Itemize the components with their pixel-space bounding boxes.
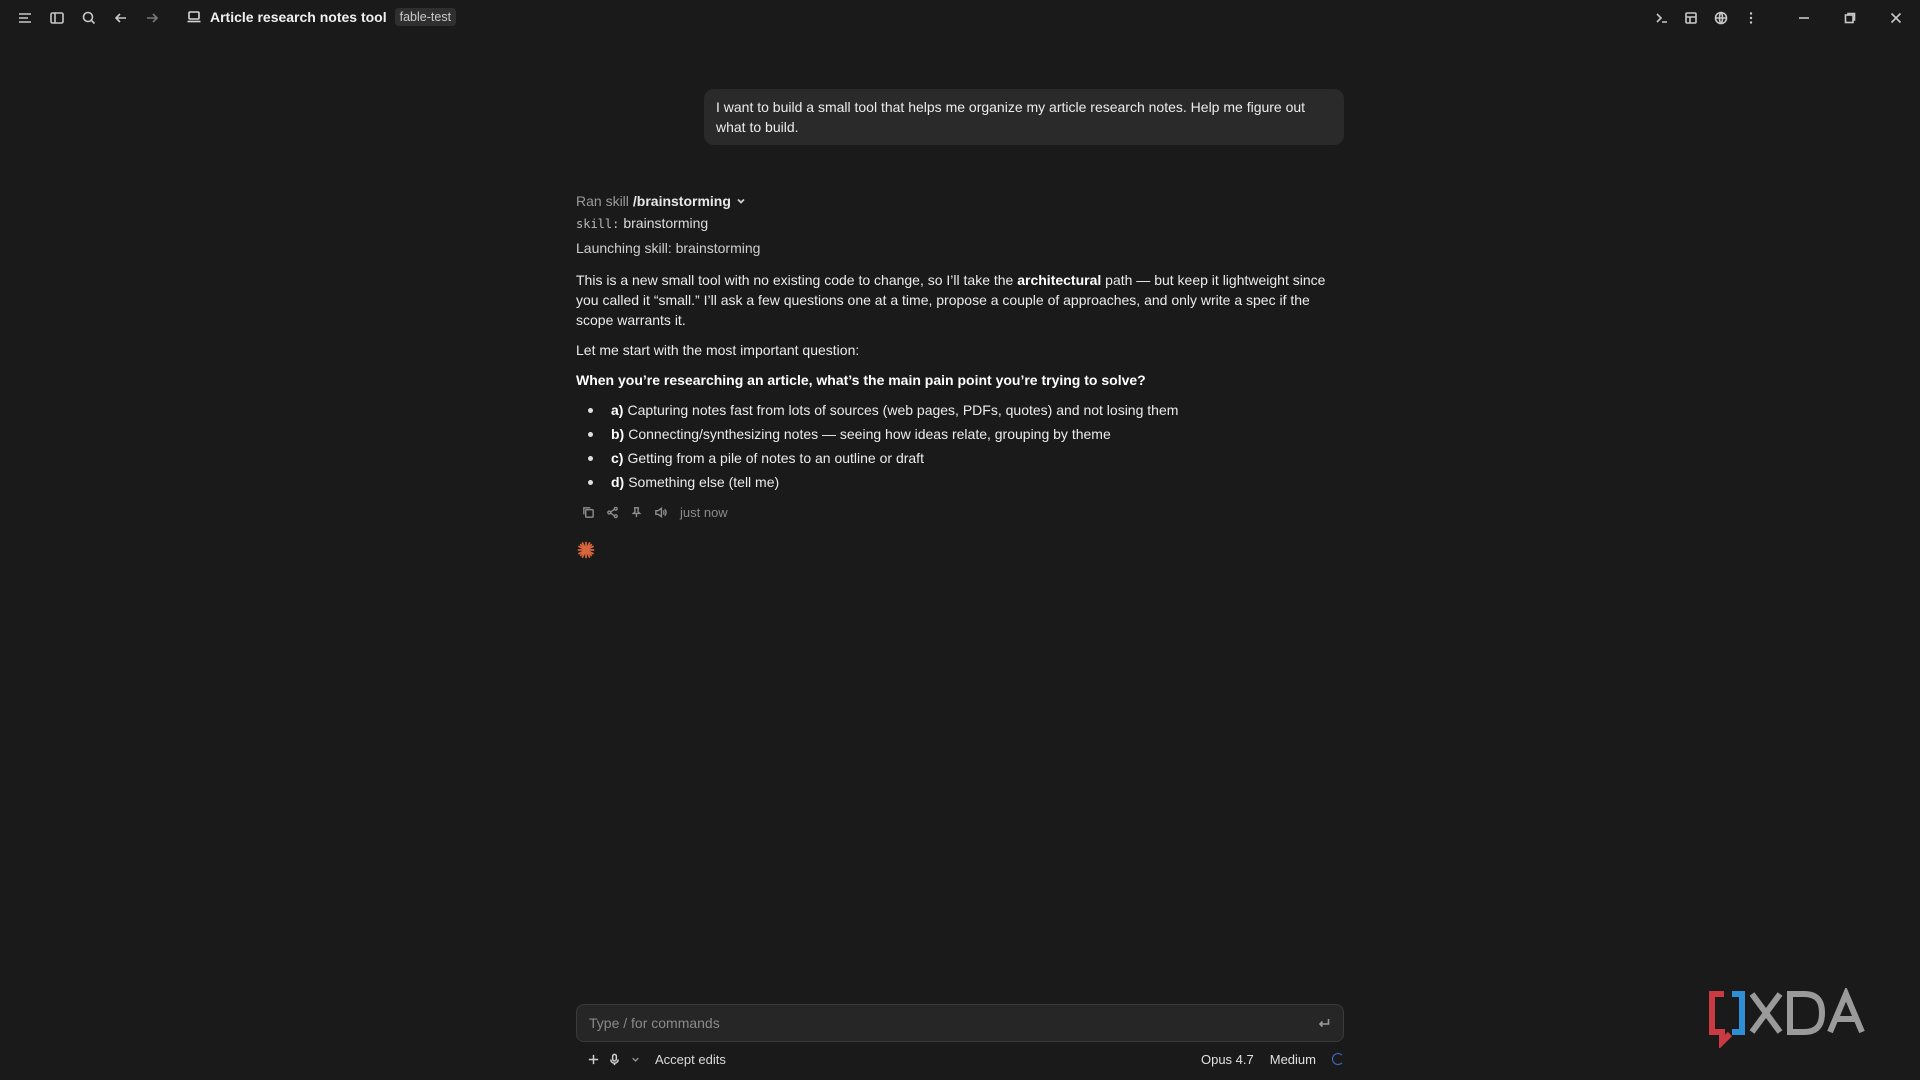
close-icon[interactable]: [1884, 6, 1908, 30]
sidebar-toggle-icon[interactable]: [45, 6, 69, 30]
intro-paragraph: This is a new small tool with no existin…: [576, 270, 1346, 330]
more-icon[interactable]: [1739, 6, 1763, 30]
speaker-icon[interactable]: [652, 504, 668, 520]
option-text: Connecting/synthesizing notes — seeing h…: [628, 426, 1111, 442]
option-text: Something else (tell me): [628, 474, 780, 490]
assistant-message: Ran skill /brainstorming skill: brainstor…: [576, 190, 1346, 560]
list-item: b) Connecting/synthesizing notes — seeing…: [588, 422, 1346, 446]
ran-skill-prefix: Ran skill: [576, 193, 629, 209]
list-item: c) Getting from a pile of notes to an out…: [588, 446, 1346, 470]
globe-icon[interactable]: [1709, 6, 1733, 30]
message-actions: just now: [576, 500, 1346, 524]
search-icon[interactable]: [77, 6, 101, 30]
model-selector[interactable]: Opus 4.7: [1201, 1052, 1254, 1067]
ran-skill-toggle[interactable]: Ran skill /brainstorming: [576, 190, 1346, 212]
prompt-input[interactable]: [589, 1015, 1317, 1031]
user-message: I want to build a small tool that helps …: [704, 89, 1344, 145]
copy-icon[interactable]: [580, 504, 596, 520]
effort-selector[interactable]: Medium: [1270, 1052, 1316, 1067]
loading-spark-icon: [576, 540, 596, 560]
option-text: Capturing notes fast from lots of source…: [627, 402, 1179, 418]
laptop-icon: [187, 11, 201, 23]
ran-skill-name: /brainstorming: [632, 193, 731, 209]
project-tag: fable-test: [394, 8, 457, 26]
forward-icon[interactable]: [140, 6, 164, 30]
context-indicator: [1332, 1053, 1344, 1065]
option-letter: c): [611, 450, 624, 466]
composer-toolbar: Accept edits Opus 4.7 Medium: [584, 1049, 1344, 1069]
terminal-icon[interactable]: [1650, 6, 1674, 30]
lead-in: Let me start with the most important que…: [576, 342, 860, 358]
minimize-icon[interactable]: [1792, 6, 1816, 30]
question: When you’re researching an article, what…: [576, 372, 1146, 388]
back-icon[interactable]: [109, 6, 133, 30]
enter-icon[interactable]: [1317, 1016, 1331, 1030]
branch-icon[interactable]: [604, 504, 620, 520]
timestamp: just now: [680, 504, 728, 520]
list-item: a) Capturing notes fast from lots of sour…: [588, 398, 1346, 422]
accept-edits-toggle[interactable]: Accept edits: [655, 1052, 726, 1067]
chevron-down-icon[interactable]: [626, 1050, 644, 1068]
intro-bold: architectural: [1017, 272, 1102, 288]
skill-key: skill:: [576, 217, 620, 231]
option-text: Getting from a pile of notes to an outli…: [627, 450, 924, 466]
session-title-text: Article research notes tool: [210, 9, 387, 25]
intro-text-a: This is a new small tool with no existin…: [576, 272, 1018, 288]
launching-text: Launching skill: brainstorming: [576, 240, 761, 256]
session-title[interactable]: Article research notes tool fable-test: [186, 8, 457, 26]
option-letter: d): [611, 474, 625, 490]
list-item: d) Something else (tell me): [588, 470, 1346, 494]
options-list: a) Capturing notes fast from lots of sour…: [576, 398, 1346, 494]
xda-logo: [1706, 986, 1886, 1050]
skill-info: skill: brainstorming: [576, 215, 1346, 237]
menu-icon[interactable]: [13, 6, 37, 30]
option-letter: a): [611, 402, 624, 418]
composer: [576, 1004, 1344, 1042]
restore-icon[interactable]: [1838, 6, 1862, 30]
microphone-icon[interactable]: [605, 1050, 623, 1068]
panel-icon[interactable]: [1679, 6, 1703, 30]
chevron-down-icon: [737, 198, 745, 204]
add-icon[interactable]: [584, 1050, 602, 1068]
skill-value: brainstorming: [623, 215, 709, 231]
option-letter: b): [611, 426, 625, 442]
pin-icon[interactable]: [628, 504, 644, 520]
title-bar: Article research notes tool fable-test: [0, 0, 1920, 36]
